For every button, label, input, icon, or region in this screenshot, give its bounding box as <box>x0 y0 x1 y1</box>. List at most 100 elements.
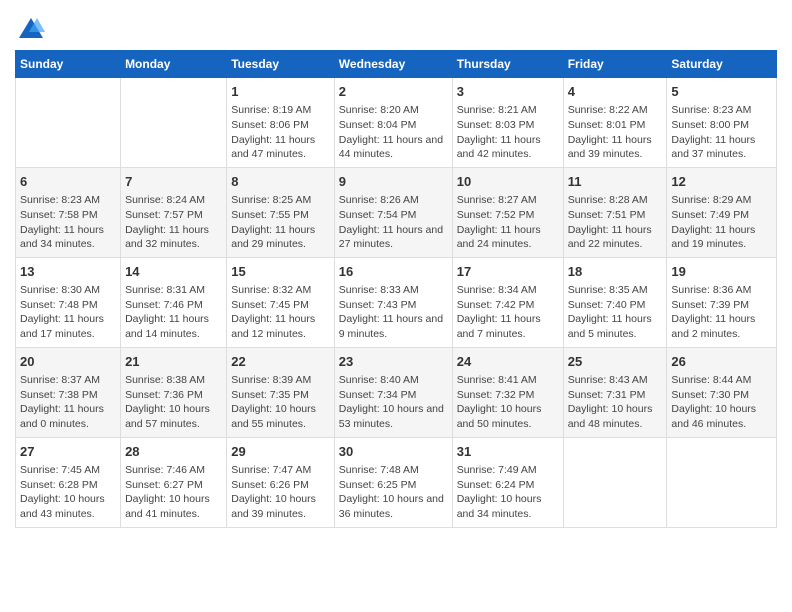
calendar-cell: 5 Sunrise: 8:23 AM Sunset: 8:00 PM Daylig… <box>667 78 777 168</box>
calendar-cell: 21 Sunrise: 8:38 AM Sunset: 7:36 PM Dayli… <box>121 347 227 437</box>
col-header-thursday: Thursday <box>452 51 563 78</box>
calendar-week-row: 1 Sunrise: 8:19 AM Sunset: 8:06 PM Daylig… <box>16 78 777 168</box>
day-detail: Sunrise: 7:47 AM Sunset: 6:26 PM Dayligh… <box>231 463 330 522</box>
calendar-cell: 3 Sunrise: 8:21 AM Sunset: 8:03 PM Daylig… <box>452 78 563 168</box>
day-detail: Sunrise: 8:24 AM Sunset: 7:57 PM Dayligh… <box>125 193 222 252</box>
calendar-cell <box>121 78 227 168</box>
calendar-week-row: 20 Sunrise: 8:37 AM Sunset: 7:38 PM Dayli… <box>16 347 777 437</box>
calendar-cell: 28 Sunrise: 7:46 AM Sunset: 6:27 PM Dayli… <box>121 437 227 527</box>
calendar-cell: 16 Sunrise: 8:33 AM Sunset: 7:43 PM Dayli… <box>334 257 452 347</box>
day-detail: Sunrise: 7:49 AM Sunset: 6:24 PM Dayligh… <box>457 463 559 522</box>
calendar-cell <box>16 78 121 168</box>
day-detail: Sunrise: 8:25 AM Sunset: 7:55 PM Dayligh… <box>231 193 330 252</box>
day-number: 21 <box>125 353 222 371</box>
calendar-cell: 27 Sunrise: 7:45 AM Sunset: 6:28 PM Dayli… <box>16 437 121 527</box>
day-detail: Sunrise: 8:35 AM Sunset: 7:40 PM Dayligh… <box>568 283 663 342</box>
day-detail: Sunrise: 8:19 AM Sunset: 8:06 PM Dayligh… <box>231 103 330 162</box>
day-number: 3 <box>457 83 559 101</box>
page-header <box>15 10 777 44</box>
day-number: 26 <box>671 353 772 371</box>
calendar-cell: 29Sunrise: 7:47 AM Sunset: 6:26 PM Dayli… <box>227 437 335 527</box>
day-detail: Sunrise: 8:41 AM Sunset: 7:32 PM Dayligh… <box>457 373 559 432</box>
day-number: 20 <box>20 353 116 371</box>
calendar-cell: 15 Sunrise: 8:32 AM Sunset: 7:45 PM Dayli… <box>227 257 335 347</box>
day-number: 23 <box>339 353 448 371</box>
day-number: 4 <box>568 83 663 101</box>
calendar-cell: 20 Sunrise: 8:37 AM Sunset: 7:38 PM Dayli… <box>16 347 121 437</box>
day-detail: Sunrise: 8:29 AM Sunset: 7:49 PM Dayligh… <box>671 193 772 252</box>
day-number: 27 <box>20 443 116 461</box>
calendar-cell: 9Sunrise: 8:26 AM Sunset: 7:54 PM Daylig… <box>334 167 452 257</box>
day-number: 1 <box>231 83 330 101</box>
day-number: 24 <box>457 353 559 371</box>
day-number: 13 <box>20 263 116 281</box>
calendar-cell: 4Sunrise: 8:22 AM Sunset: 8:01 PM Daylig… <box>563 78 667 168</box>
calendar-week-row: 6 Sunrise: 8:23 AM Sunset: 7:58 PM Daylig… <box>16 167 777 257</box>
calendar-cell: 8 Sunrise: 8:25 AM Sunset: 7:55 PM Daylig… <box>227 167 335 257</box>
day-number: 11 <box>568 173 663 191</box>
calendar-cell <box>563 437 667 527</box>
day-number: 14 <box>125 263 222 281</box>
calendar-cell: 22 Sunrise: 8:39 AM Sunset: 7:35 PM Dayli… <box>227 347 335 437</box>
calendar-cell: 12 Sunrise: 8:29 AM Sunset: 7:49 PM Dayli… <box>667 167 777 257</box>
col-header-saturday: Saturday <box>667 51 777 78</box>
calendar-cell: 14 Sunrise: 8:31 AM Sunset: 7:46 PM Dayli… <box>121 257 227 347</box>
day-number: 2 <box>339 83 448 101</box>
calendar-cell: 1 Sunrise: 8:19 AM Sunset: 8:06 PM Daylig… <box>227 78 335 168</box>
col-header-friday: Friday <box>563 51 667 78</box>
day-number: 15 <box>231 263 330 281</box>
calendar-cell: 7 Sunrise: 8:24 AM Sunset: 7:57 PM Daylig… <box>121 167 227 257</box>
calendar-header-row: SundayMondayTuesdayWednesdayThursdayFrid… <box>16 51 777 78</box>
day-detail: Sunrise: 8:36 AM Sunset: 7:39 PM Dayligh… <box>671 283 772 342</box>
day-detail: Sunrise: 8:43 AM Sunset: 7:31 PM Dayligh… <box>568 373 663 432</box>
day-detail: Sunrise: 8:33 AM Sunset: 7:43 PM Dayligh… <box>339 283 448 342</box>
calendar-cell: 31 Sunrise: 7:49 AM Sunset: 6:24 PM Dayli… <box>452 437 563 527</box>
day-number: 10 <box>457 173 559 191</box>
day-number: 5 <box>671 83 772 101</box>
calendar-cell: 17 Sunrise: 8:34 AM Sunset: 7:42 PM Dayli… <box>452 257 563 347</box>
day-detail: Sunrise: 8:30 AM Sunset: 7:48 PM Dayligh… <box>20 283 116 342</box>
calendar-body: 1 Sunrise: 8:19 AM Sunset: 8:06 PM Daylig… <box>16 78 777 528</box>
day-detail: Sunrise: 8:27 AM Sunset: 7:52 PM Dayligh… <box>457 193 559 252</box>
calendar-cell: 10 Sunrise: 8:27 AM Sunset: 7:52 PM Dayli… <box>452 167 563 257</box>
day-number: 28 <box>125 443 222 461</box>
day-number: 22 <box>231 353 330 371</box>
day-number: 8 <box>231 173 330 191</box>
day-detail: Sunrise: 8:28 AM Sunset: 7:51 PM Dayligh… <box>568 193 663 252</box>
day-number: 12 <box>671 173 772 191</box>
calendar-cell: 2Sunrise: 8:20 AM Sunset: 8:04 PM Daylig… <box>334 78 452 168</box>
day-detail: Sunrise: 8:38 AM Sunset: 7:36 PM Dayligh… <box>125 373 222 432</box>
day-detail: Sunrise: 7:46 AM Sunset: 6:27 PM Dayligh… <box>125 463 222 522</box>
day-detail: Sunrise: 7:45 AM Sunset: 6:28 PM Dayligh… <box>20 463 116 522</box>
calendar-cell: 13 Sunrise: 8:30 AM Sunset: 7:48 PM Dayli… <box>16 257 121 347</box>
day-detail: Sunrise: 8:40 AM Sunset: 7:34 PM Dayligh… <box>339 373 448 432</box>
day-detail: Sunrise: 8:39 AM Sunset: 7:35 PM Dayligh… <box>231 373 330 432</box>
calendar-cell: 30 Sunrise: 7:48 AM Sunset: 6:25 PM Dayli… <box>334 437 452 527</box>
day-detail: Sunrise: 8:37 AM Sunset: 7:38 PM Dayligh… <box>20 373 116 432</box>
calendar-cell <box>667 437 777 527</box>
day-detail: Sunrise: 8:23 AM Sunset: 7:58 PM Dayligh… <box>20 193 116 252</box>
calendar-table: SundayMondayTuesdayWednesdayThursdayFrid… <box>15 50 777 528</box>
calendar-cell: 19Sunrise: 8:36 AM Sunset: 7:39 PM Dayli… <box>667 257 777 347</box>
logo-icon <box>17 16 45 44</box>
day-number: 6 <box>20 173 116 191</box>
calendar-week-row: 27 Sunrise: 7:45 AM Sunset: 6:28 PM Dayli… <box>16 437 777 527</box>
day-number: 9 <box>339 173 448 191</box>
day-number: 7 <box>125 173 222 191</box>
col-header-monday: Monday <box>121 51 227 78</box>
col-header-sunday: Sunday <box>16 51 121 78</box>
day-number: 30 <box>339 443 448 461</box>
day-detail: Sunrise: 8:21 AM Sunset: 8:03 PM Dayligh… <box>457 103 559 162</box>
day-detail: Sunrise: 7:48 AM Sunset: 6:25 PM Dayligh… <box>339 463 448 522</box>
day-detail: Sunrise: 8:32 AM Sunset: 7:45 PM Dayligh… <box>231 283 330 342</box>
calendar-cell: 26Sunrise: 8:44 AM Sunset: 7:30 PM Dayli… <box>667 347 777 437</box>
day-number: 31 <box>457 443 559 461</box>
day-detail: Sunrise: 8:34 AM Sunset: 7:42 PM Dayligh… <box>457 283 559 342</box>
day-detail: Sunrise: 8:31 AM Sunset: 7:46 PM Dayligh… <box>125 283 222 342</box>
day-number: 17 <box>457 263 559 281</box>
logo <box>15 16 45 44</box>
day-detail: Sunrise: 8:23 AM Sunset: 8:00 PM Dayligh… <box>671 103 772 162</box>
calendar-cell: 24 Sunrise: 8:41 AM Sunset: 7:32 PM Dayli… <box>452 347 563 437</box>
col-header-tuesday: Tuesday <box>227 51 335 78</box>
day-number: 16 <box>339 263 448 281</box>
